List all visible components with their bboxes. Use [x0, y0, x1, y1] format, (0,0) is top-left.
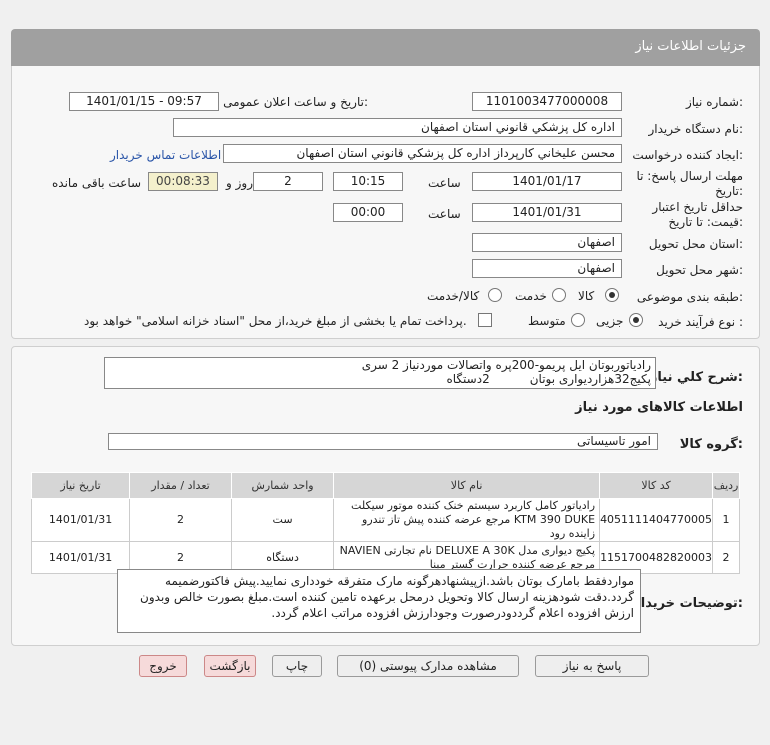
price-validity-label: حداقل تاریخ اعتبار قیمت: تا تاریخ: [652, 200, 743, 230]
description-line2: پکيج32هزاردیواری بوتان 2دستگاه [105, 372, 651, 386]
price-validity-time-field[interactable]: 00:00 [333, 203, 403, 222]
cell-date: 1401/01/31 [30, 541, 131, 574]
need-number-label: شماره نیاز: [685, 95, 743, 109]
table-header-row: ردیف کد کالا نام کالا واحد شمارش تعداد /… [30, 472, 740, 499]
delivery-province-field[interactable]: اصفهان [472, 233, 622, 252]
goods-table: ردیف کد کالا نام کالا واحد شمارش تعداد /… [30, 472, 740, 574]
back-button[interactable]: بازگشت [204, 655, 256, 677]
page-title: جزئیات اطلاعات نیاز [635, 39, 746, 54]
cell-name: رادیاتور کامل کاربرد سیستم خنک کننده موت… [333, 498, 601, 542]
price-validity-date-field[interactable]: 1401/01/31 [472, 203, 622, 222]
process-type-label: نوع فرآیند خرید : [658, 315, 743, 329]
process-radio-partial[interactable] [629, 313, 643, 327]
page-header: جزئیات اطلاعات نیاز [11, 29, 760, 66]
days-field[interactable]: 2 [253, 172, 323, 191]
category-radio-goods-service[interactable] [488, 288, 502, 302]
price-validity-time-label: ساعت [428, 207, 461, 221]
remaining-label: ساعت باقی مانده [52, 176, 142, 190]
process-option-partial: جزیی [596, 314, 624, 328]
goods-group-label: گروه کالا: [679, 437, 743, 452]
description-line2a: پکيج32هزاردیواری بوتان [529, 372, 651, 386]
th-row: ردیف [712, 472, 740, 499]
th-name: نام کالا [333, 472, 601, 499]
remaining-time-field: 00:08:33 [148, 172, 218, 191]
response-deadline-label-line1: مهلت ارسال پاسخ: تا [636, 169, 743, 183]
delivery-city-label: شهر محل تحویل: [656, 263, 743, 277]
buyer-notes-field: مواردفقط بامارک بوتان باشد.ازپیشنهادهرگو… [117, 569, 641, 633]
category-option-service: خدمت [515, 289, 547, 303]
description-line1: رادياتوربوتان ايل پريمو-200پره واتصالات … [361, 358, 651, 372]
category-option-goods-service: کالا/خدمت [427, 289, 480, 303]
process-radio-medium[interactable] [571, 313, 585, 327]
response-deadline-label: مهلت ارسال پاسخ: تا تاریخ: [636, 169, 743, 199]
description-field[interactable]: رادياتوربوتان ايل پريمو-200پره واتصالات … [104, 357, 656, 389]
buyer-org-field[interactable]: اداره کل پزشکي قانوني استان اصفهان [173, 118, 622, 137]
goods-section-title: اطلاعات کالاهای مورد نیاز [575, 400, 743, 415]
process-option-medium: متوسط [528, 314, 566, 328]
response-deadline-label-line2: تاریخ: [715, 184, 743, 198]
goods-group-field[interactable]: امور تاسیساتی [108, 433, 658, 450]
cell-date: 1401/01/31 [30, 498, 131, 542]
th-code: کد کالا [599, 472, 714, 499]
description-label: شرح کلي نياز: [649, 370, 743, 385]
attachments-button[interactable]: مشاهده مدارک پیوستی (0) [337, 655, 519, 677]
buyer-notes-label: توضیحات خریدار: [633, 596, 743, 611]
announce-datetime-field[interactable]: 1401/01/15 - 09:57 [69, 92, 219, 111]
category-label: طبقه بندی موضوعی: [636, 290, 743, 304]
delivery-province-label: استان محل تحویل: [648, 237, 743, 251]
response-time-field[interactable]: 10:15 [333, 172, 403, 191]
price-validity-label-line1: حداقل تاریخ اعتبار [652, 200, 743, 214]
requester-field[interactable]: محسن عليخاني کارپرداز اداره کل پزشکي قان… [223, 144, 622, 163]
th-date: تاریخ نیاز [30, 472, 131, 499]
buyer-contact-link[interactable]: اطلاعات تماس خریدار [110, 148, 221, 162]
th-qty: تعداد / مقدار [129, 472, 232, 499]
treasury-payment-checkbox[interactable] [478, 313, 492, 327]
th-unit: واحد شمارش [230, 472, 335, 499]
price-validity-label-line2: قیمت: تا تاریخ: [668, 215, 743, 229]
exit-button[interactable]: خروج [139, 655, 187, 677]
cell-unit: ست [230, 498, 335, 542]
category-option-goods: کالا [578, 289, 595, 303]
reply-button[interactable]: پاسخ به نیاز [535, 655, 649, 677]
announce-datetime-label: تاریخ و ساعت اعلان عمومی: [223, 95, 368, 109]
need-number-field[interactable]: 1101003477000008 [472, 92, 622, 111]
response-date-field[interactable]: 1401/01/17 [472, 172, 622, 191]
buyer-org-label: نام دستگاه خریدار: [648, 122, 744, 136]
category-radio-goods[interactable] [605, 288, 619, 302]
print-button[interactable]: چاپ [272, 655, 322, 677]
cell-row: 1 [712, 498, 740, 542]
description-line2b: 2دستگاه [446, 372, 490, 386]
table-row[interactable]: 1 4051111404770005 رادیاتور کامل کاربرد … [30, 498, 740, 542]
treasury-payment-note: پرداخت تمام یا بخشی از مبلغ خرید،از محل … [84, 314, 467, 328]
requester-label: ایجاد کننده درخواست: [632, 148, 743, 162]
category-radio-service[interactable] [552, 288, 566, 302]
days-label: روز و [226, 176, 253, 190]
cell-row: 2 [712, 541, 740, 574]
delivery-city-field[interactable]: اصفهان [472, 259, 622, 278]
response-time-label: ساعت [428, 176, 461, 190]
cell-qty: 2 [129, 498, 232, 542]
cell-code: 4051111404770005 [599, 498, 714, 542]
